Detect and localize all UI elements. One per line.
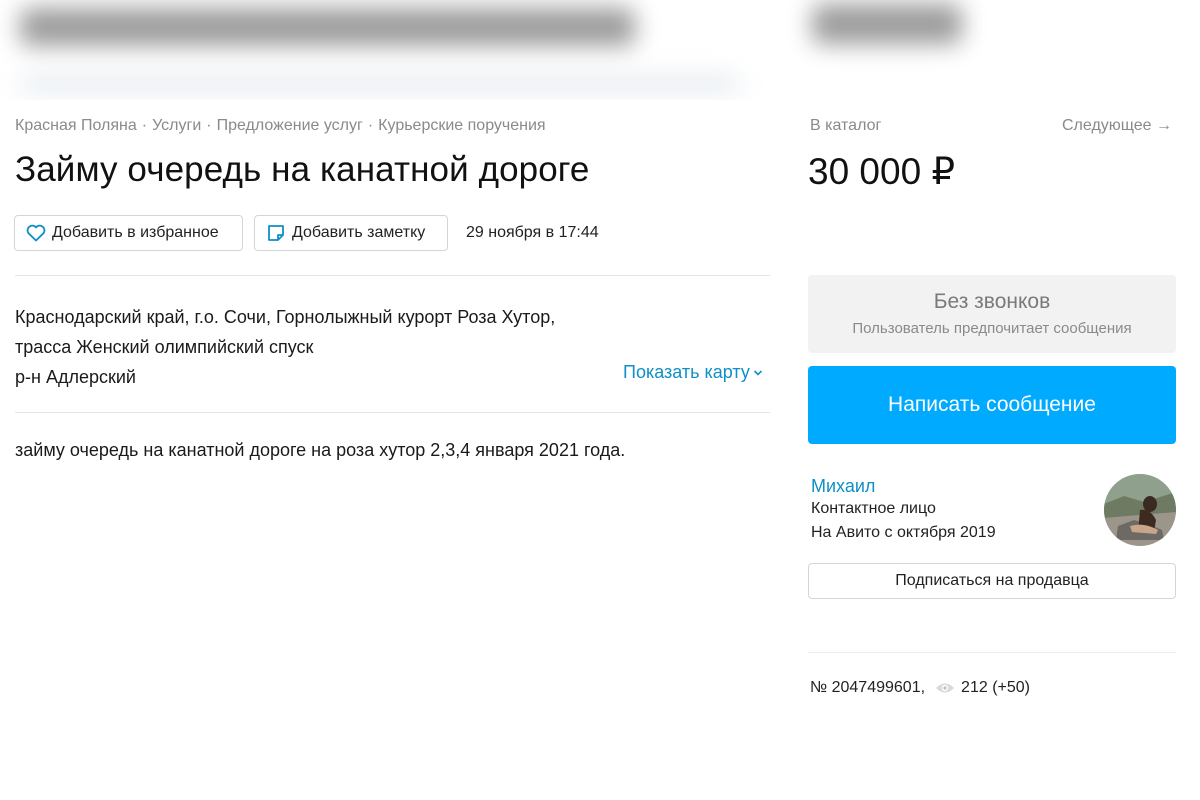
write-message-button[interactable]: Написать сообщение (808, 366, 1176, 444)
page-title: Займу очередь на канатной дороге (15, 150, 590, 189)
divider (15, 275, 770, 276)
divider (808, 652, 1176, 653)
breadcrumb-item-courier[interactable]: Курьерские поручения (378, 117, 545, 134)
breadcrumb-item-location[interactable]: Красная Поляна (15, 117, 137, 134)
ad-description: займу очередь на канатной дороге на роза… (15, 440, 626, 460)
breadcrumb-separator: · (206, 117, 212, 134)
seller-since: На Авито с октября 2019 (811, 524, 996, 541)
breadcrumb-separator: · (367, 117, 374, 134)
show-map-link[interactable]: Показать карту (623, 362, 763, 383)
next-ad-link[interactable]: Следующее → (1062, 117, 1172, 135)
ad-meta: № 2047499601, 212 (+50) (810, 679, 1030, 697)
avatar[interactable] (1104, 474, 1176, 546)
no-calls-title: Без звонков (933, 290, 1051, 313)
address-district: р-н Адлерский (15, 367, 136, 387)
address-block: Краснодарский край, г.о. Сочи, Горнолыжн… (15, 302, 555, 392)
add-note-label: Добавить заметку (292, 224, 426, 241)
heart-icon (25, 222, 47, 244)
seller-name-link[interactable]: Михаил (811, 476, 875, 497)
add-to-favorites-button[interactable]: Добавить в избранное (14, 215, 243, 251)
breadcrumb-separator: · (141, 117, 148, 134)
no-calls-subtitle: Пользователь предпочитает сообщения (852, 320, 1132, 337)
publish-date: 29 ноября в 17:44 (466, 224, 599, 241)
no-calls-notice: Без звонков Пользователь предпочитает со… (808, 275, 1176, 353)
add-to-favorites-label: Добавить в избранное (52, 224, 219, 241)
blurred-header (0, 0, 1200, 100)
chevron-down-icon (753, 369, 762, 376)
address-line: трасса Женский олимпийский спуск (15, 337, 314, 357)
breadcrumb-item-services[interactable]: Услуги (152, 117, 201, 134)
subscribe-seller-button[interactable]: Подписаться на продавца (808, 563, 1176, 599)
catalog-link[interactable]: В каталог (810, 117, 881, 135)
ad-number: № 2047499601, (810, 679, 926, 696)
note-icon (265, 222, 287, 244)
address-line: Краснодарский край, г.о. Сочи, Горнолыжн… (15, 307, 556, 327)
eye-icon (935, 681, 955, 695)
divider (15, 412, 770, 413)
seller-role: Контактное лицо (811, 500, 936, 517)
show-map-label: Показать карту (623, 362, 750, 382)
views-count: 212 (+50) (961, 679, 1030, 696)
price: 30 000 ₽ (808, 151, 955, 192)
breadcrumb-item-service-offers[interactable]: Предложение услуг (217, 117, 363, 134)
add-note-button[interactable]: Добавить заметку (254, 215, 448, 251)
breadcrumb: Красная Поляна · Услуги · Предложение услуг ·… (15, 117, 546, 135)
